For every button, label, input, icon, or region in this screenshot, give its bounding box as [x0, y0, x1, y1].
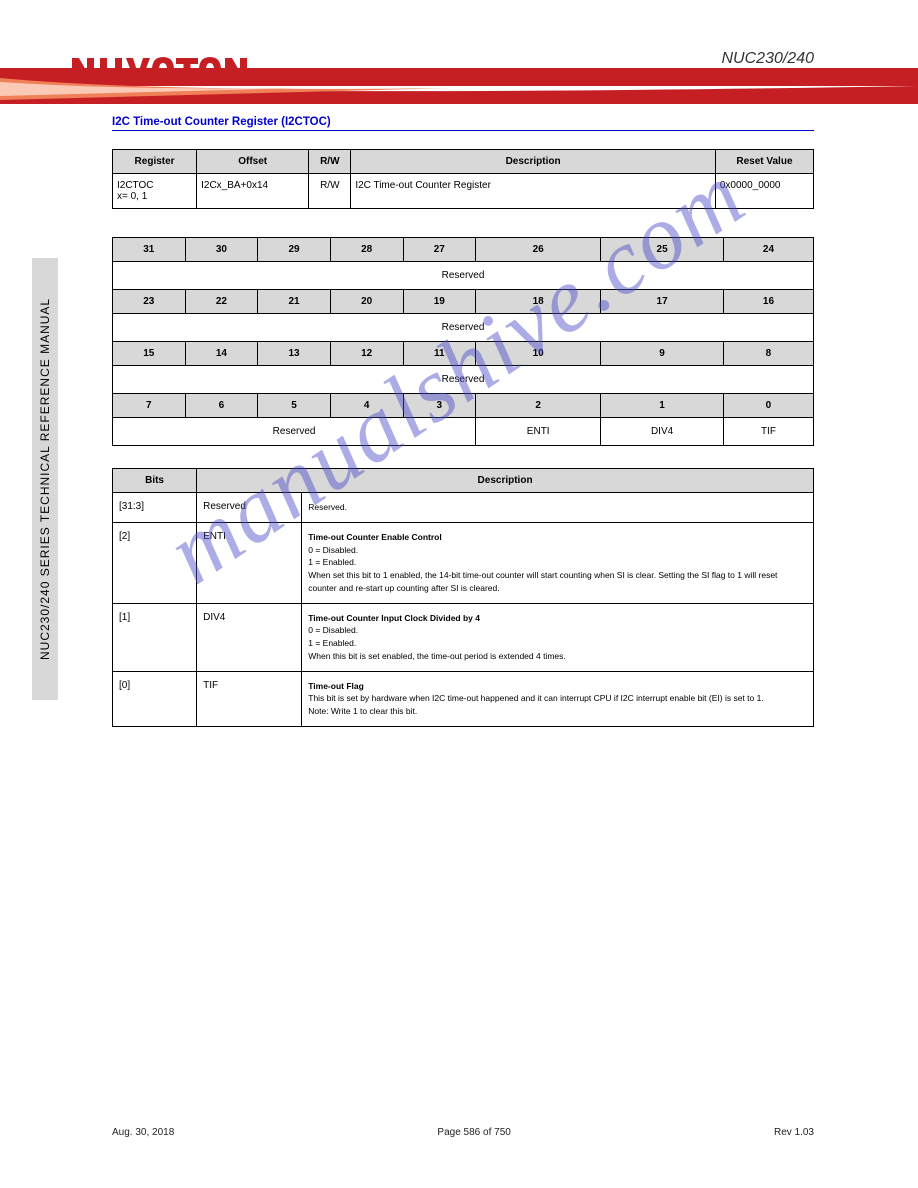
- table-row: I2CTOC x= 0, 1 I2Cx_BA+0x14 R/W I2C Time…: [113, 174, 814, 209]
- cell-desc: Time-out Counter Enable Control 0 = Disa…: [302, 522, 814, 603]
- bit-hdr: 13: [258, 342, 331, 366]
- table-row: [1] DIV4 Time-out Counter Input Clock Di…: [113, 603, 814, 671]
- bit-hdr: 10: [476, 342, 601, 366]
- bit-hdr: 7: [113, 394, 186, 418]
- desc-line: 0 = Disabled.: [308, 625, 358, 635]
- banner: [0, 68, 918, 104]
- bit-hdr: 28: [330, 238, 403, 262]
- desc-title: Time-out Flag: [308, 681, 364, 691]
- bit-hdr: 1: [601, 394, 724, 418]
- cell-bits: [1]: [113, 603, 197, 671]
- bit-hdr: 9: [601, 342, 724, 366]
- bit-val: Reserved: [113, 262, 814, 290]
- bit-hdr: 27: [403, 238, 476, 262]
- cell-rw: R/W: [309, 174, 351, 209]
- footer-date: Aug. 30, 2018: [112, 1127, 174, 1138]
- th-bits: Bits: [113, 469, 197, 493]
- cell-desc: Time-out Counter Input Clock Divided by …: [302, 603, 814, 671]
- desc-line: When set this bit to 1 enabled, the 14-b…: [308, 570, 777, 593]
- table-row: [0] TIF Time-out Flag This bit is set by…: [113, 671, 814, 726]
- table-row: [2] ENTI Time-out Counter Enable Control…: [113, 522, 814, 603]
- bit-hdr: 23: [113, 290, 186, 314]
- section-title-text: I2C Time-out Counter Register (I2CTOC): [112, 116, 331, 128]
- desc-title: Time-out Counter Enable Control: [308, 532, 441, 542]
- desc-line: When this bit is set enabled, the time-o…: [308, 651, 566, 661]
- bit-hdr: 14: [185, 342, 258, 366]
- th-desc: Description: [351, 150, 716, 174]
- bit-val: Reserved: [113, 314, 814, 342]
- bit-hdr: 22: [185, 290, 258, 314]
- bit-hdr: 4: [330, 394, 403, 418]
- th-register: Register: [113, 150, 197, 174]
- bit-description-table: Bits Description [31:3] Reserved Reserve…: [112, 468, 814, 727]
- bit-hdr: 19: [403, 290, 476, 314]
- th-offset: Offset: [197, 150, 309, 174]
- cell-desc: Reserved.: [302, 493, 814, 523]
- page-footer: Aug. 30, 2018 Page 586 of 750 Rev 1.03: [112, 1127, 814, 1138]
- bit-hdr: 20: [330, 290, 403, 314]
- bit-hdr: 31: [113, 238, 186, 262]
- bit-hdr: 5: [258, 394, 331, 418]
- bit-hdr: 0: [723, 394, 813, 418]
- table-row: [31:3] Reserved Reserved.: [113, 493, 814, 523]
- bit-hdr: 6: [185, 394, 258, 418]
- desc-line: This bit is set by hardware when I2C tim…: [308, 693, 763, 703]
- product-name: NUC230/240: [0, 50, 918, 68]
- footer-rev: Rev 1.03: [774, 1127, 814, 1138]
- cell-bits: [2]: [113, 522, 197, 603]
- bit-hdr: 30: [185, 238, 258, 262]
- bit-hdr: 15: [113, 342, 186, 366]
- desc-line: 0 = Disabled.: [308, 545, 358, 555]
- cell-desc: Time-out Flag This bit is set by hardwar…: [302, 671, 814, 726]
- cell-offset: I2Cx_BA+0x14: [197, 174, 309, 209]
- bit-hdr: 21: [258, 290, 331, 314]
- bit-hdr: 18: [476, 290, 601, 314]
- sidebar-doc-title: NUC230/240 SERIES TECHNICAL REFERENCE MA…: [32, 258, 58, 700]
- cell-reset: 0x0000_0000: [715, 174, 813, 209]
- bit-layout-table: 3130292827262524 Reserved 23222120191817…: [112, 237, 814, 446]
- cell-fieldname: TIF: [197, 671, 302, 726]
- desc-title: Time-out Counter Input Clock Divided by …: [308, 613, 480, 623]
- footer-page: Page 586 of 750: [437, 1127, 510, 1138]
- bit-hdr: 11: [403, 342, 476, 366]
- cell-register: I2CTOC x= 0, 1: [113, 174, 197, 209]
- th-reset: Reset Value: [715, 150, 813, 174]
- bit-val: TIF: [723, 418, 813, 446]
- bit-val: Reserved: [113, 366, 814, 394]
- cell-bits: [0]: [113, 671, 197, 726]
- desc-line: Note: Write 1 to clear this bit.: [308, 706, 417, 716]
- register-summary-table: Register Offset R/W Description Reset Va…: [112, 149, 814, 209]
- cell-fieldname: DIV4: [197, 603, 302, 671]
- bit-hdr: 16: [723, 290, 813, 314]
- desc-line: 1 = Enabled.: [308, 638, 356, 648]
- bit-val: ENTI: [476, 418, 601, 446]
- cell-bits: [31:3]: [113, 493, 197, 523]
- bit-hdr: 29: [258, 238, 331, 262]
- bit-hdr: 3: [403, 394, 476, 418]
- th-descr: Description: [197, 469, 814, 493]
- bit-hdr: 8: [723, 342, 813, 366]
- bit-hdr: 17: [601, 290, 724, 314]
- section-title: I2C Time-out Counter Register (I2CTOC): [112, 116, 814, 131]
- cell-fieldname: Reserved: [197, 493, 302, 523]
- desc-line: 1 = Enabled.: [308, 557, 356, 567]
- th-rw: R/W: [309, 150, 351, 174]
- bit-hdr: 26: [476, 238, 601, 262]
- content-area: I2C Time-out Counter Register (I2CTOC) R…: [0, 104, 918, 727]
- bit-hdr: 12: [330, 342, 403, 366]
- bit-val: DIV4: [601, 418, 724, 446]
- cell-desc: I2C Time-out Counter Register: [351, 174, 716, 209]
- cell-fieldname: ENTI: [197, 522, 302, 603]
- bit-hdr: 2: [476, 394, 601, 418]
- bit-hdr: 24: [723, 238, 813, 262]
- bit-val: Reserved: [113, 418, 476, 446]
- bit-hdr: 25: [601, 238, 724, 262]
